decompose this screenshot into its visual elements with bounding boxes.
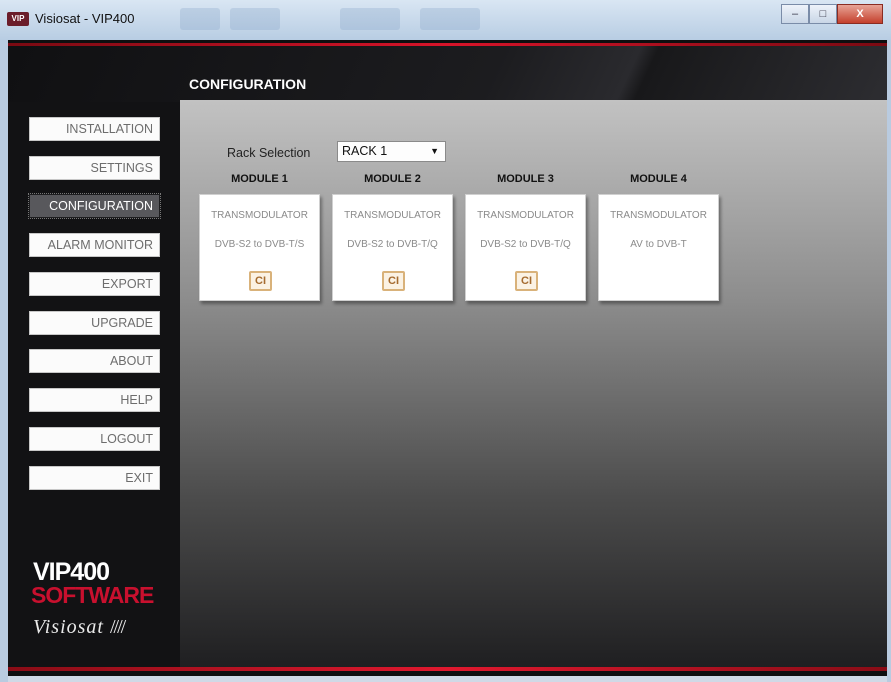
- module-type-label: TRANSMODULATOR: [211, 210, 308, 221]
- nav-alarm-monitor-button[interactable]: ALARM MONITOR: [29, 233, 160, 257]
- module-3-card[interactable]: TRANSMODULATOR DVB-S2 to DVB-T/Q CI: [465, 194, 586, 301]
- minimize-button[interactable]: –: [781, 4, 809, 24]
- nav-upgrade-button[interactable]: UPGRADE: [29, 311, 160, 335]
- logo-vip400-text: VIP400: [33, 558, 110, 586]
- module-1-heading: MODULE 1: [231, 173, 288, 185]
- page-title: CONFIGURATION: [189, 76, 307, 92]
- module-standard-label: DVB-S2 to DVB-T/Q: [347, 239, 438, 250]
- window-title: Visiosat - VIP400: [35, 11, 135, 26]
- nav-about-button[interactable]: ABOUT: [29, 349, 160, 373]
- logo-software-text: SOFTWARE: [31, 582, 154, 608]
- ci-badge-icon: CI: [382, 271, 405, 291]
- ci-badge-icon: CI: [515, 271, 538, 291]
- module-1-card[interactable]: TRANSMODULATOR DVB-S2 to DVB-T/S CI: [199, 194, 320, 301]
- module-type-label: TRANSMODULATOR: [610, 210, 707, 221]
- toolbar-decor: [180, 8, 220, 30]
- toolbar-decor: [230, 8, 280, 30]
- ci-badge-icon: CI: [249, 271, 272, 291]
- module-type-label: TRANSMODULATOR: [344, 210, 441, 221]
- nav-export-button[interactable]: EXPORT: [29, 272, 160, 296]
- visiosat-logo-text: Visiosat: [33, 616, 104, 638]
- module-4-card[interactable]: TRANSMODULATOR AV to DVB-T: [598, 194, 719, 301]
- toolbar-decor: [420, 8, 480, 30]
- module-4-heading: MODULE 4: [630, 173, 687, 185]
- module-standard-label: AV to DVB-T: [630, 239, 687, 250]
- maximize-button[interactable]: □: [809, 4, 837, 24]
- module-type-label: TRANSMODULATOR: [477, 210, 574, 221]
- close-button[interactable]: X: [837, 4, 883, 24]
- nav-settings-button[interactable]: SETTINGS: [29, 156, 160, 180]
- nav-configuration-button[interactable]: CONFIGURATION: [28, 193, 161, 219]
- rack-selection-value: RACK 1: [342, 144, 388, 158]
- main-content: [180, 100, 887, 667]
- module-3-heading: MODULE 3: [497, 173, 554, 185]
- window-titlebar[interactable]: VIP Visiosat - VIP400 – □ X: [0, 0, 891, 40]
- window-frame-left: [0, 40, 8, 682]
- visiosat-stripes-icon: ////: [109, 616, 126, 638]
- vip400-software-logo: VIP400 SOFTWARE Visiosat ////: [31, 558, 173, 639]
- nav-help-button[interactable]: HELP: [29, 388, 160, 412]
- footer-accent-line: [8, 667, 887, 671]
- nav-installation-button[interactable]: INSTALLATION: [29, 117, 160, 141]
- header-bar: [8, 46, 887, 102]
- chevron-down-icon: ▼: [430, 146, 439, 156]
- toolbar-decor: [340, 8, 400, 30]
- rack-selection-label: Rack Selection: [227, 146, 311, 160]
- module-2-heading: MODULE 2: [364, 173, 421, 185]
- module-standard-label: DVB-S2 to DVB-T/Q: [480, 239, 571, 250]
- window-controls: – □ X: [781, 4, 883, 24]
- nav-logout-button[interactable]: LOGOUT: [29, 427, 160, 451]
- rack-selection-dropdown[interactable]: RACK 1 ▼: [337, 141, 446, 162]
- nav-exit-button[interactable]: EXIT: [29, 466, 160, 490]
- app-icon: VIP: [7, 12, 29, 26]
- app-area: CONFIGURATION INSTALLATION SETTINGS CONF…: [8, 40, 887, 676]
- module-standard-label: DVB-S2 to DVB-T/S: [214, 239, 305, 250]
- window-frame-right: [887, 40, 891, 682]
- visiosat-logo: Visiosat ////: [33, 616, 173, 639]
- module-2-card[interactable]: TRANSMODULATOR DVB-S2 to DVB-T/Q CI: [332, 194, 453, 301]
